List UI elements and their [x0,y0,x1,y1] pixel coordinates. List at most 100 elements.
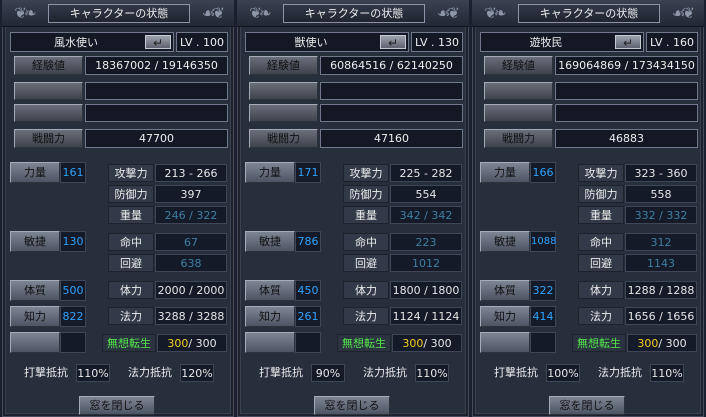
rebirth-label: 無想転生 [102,334,156,352]
level-box: LV . 100 [176,32,228,52]
exp-value: 169064869 / 173434150 [558,59,695,72]
window-title: キャラクターの状態 [283,4,425,23]
phys-res-label: 打撃抵抗 [259,366,303,379]
evasion-label: 回避 [108,254,154,272]
con-label[interactable]: 体質 [480,280,530,301]
scroll-ornament-icon: ❦❧ [484,4,506,22]
power-box: 47160 [320,129,463,148]
rebirth-label: 無想転生 [572,334,626,352]
phys-res-value: 90% [311,364,345,382]
atk-label: 攻撃力 [578,164,624,182]
dex-value: 786 [295,231,321,252]
evasion-label: 回避 [343,254,389,272]
mag-res-label: 法力抵抗 [598,366,642,379]
def-label: 防御力 [343,185,389,203]
hit-label: 命中 [343,233,389,251]
exp-label: 経験値 [484,56,553,75]
power-box: 46883 [555,129,698,148]
rebirth-max: / 300 [658,337,687,350]
level: LV . 130 [415,36,459,49]
str-value: 161 [60,162,86,183]
hp-value: 1288 / 1288 [625,281,697,299]
evasion-value: 638 [155,254,227,272]
dex-label[interactable]: 敏捷 [10,231,60,252]
rebirth-label: 無想転生 [337,334,391,352]
exp-box: 60864516 / 62140250 [320,56,463,75]
def-label: 防御力 [578,185,624,203]
window-titlebar[interactable]: ❦❧ キャラクターの状態 ☙❦ [472,0,704,27]
mp-label: 法力 [343,307,389,325]
empty-value-slot-2 [555,104,698,122]
empty-label-slot-2 [484,104,553,122]
hit-value: 67 [155,233,227,251]
scroll-ornament-icon: ❦❧ [249,4,271,22]
rebirth-box: 300/ 300 [627,334,697,352]
power-label: 戦闘力 [14,129,83,148]
class-name-box: 風水使い ↵ [10,32,174,52]
weight-value: 342 / 342 [390,206,462,224]
mag-res-value: 110% [650,364,684,382]
def-label: 防御力 [108,185,154,203]
close-window-button[interactable]: 窓を閉じる [314,396,390,415]
int-label[interactable]: 知力 [10,306,60,327]
character-status-window-3: ❦❧ キャラクターの状態 ☙❦ 遊牧民 ↵ LV . 160 経験値 16906… [472,0,704,417]
character-status-window-1: ❦❧ キャラクターの状態 ☙❦ 風水使い ↵ LV . 100 経験値 1836… [2,0,234,417]
close-window-button[interactable]: 窓を閉じる [549,396,625,415]
window-titlebar[interactable]: ❦❧ キャラクターの状態 ☙❦ [2,0,234,27]
dex-value: 130 [60,231,86,252]
class-name: 風水使い [54,36,98,49]
atk-value: 213 - 266 [155,164,227,182]
empty-stat-slot [10,332,60,353]
exp-label: 経験値 [249,56,318,75]
empty-stat-slot [245,332,295,353]
character-status-screen: ❦❧ キャラクターの状態 ☙❦ 風水使い ↵ LV . 100 経験値 1836… [0,0,706,417]
con-value: 450 [295,280,321,301]
con-label[interactable]: 体質 [245,280,295,301]
mp-value: 1656 / 1656 [625,307,697,325]
character-status-window-2: ❦❧ キャラクターの状態 ☙❦ 獣使い ↵ LV . 130 経験値 60864… [237,0,469,417]
phys-res-label: 打撃抵抗 [24,366,68,379]
int-value: 822 [60,306,86,327]
atk-value: 225 - 282 [390,164,462,182]
power-value: 47160 [374,132,409,145]
hp-value: 2000 / 2000 [155,281,227,299]
empty-stat-value [60,332,86,353]
enter-icon[interactable]: ↵ [380,35,406,50]
enter-icon[interactable]: ↵ [615,35,641,50]
atk-label: 攻撃力 [108,164,154,182]
dex-label[interactable]: 敏捷 [245,231,295,252]
empty-label-slot-2 [249,104,318,122]
enter-icon[interactable]: ↵ [145,35,171,50]
phys-res-value: 100% [546,364,580,382]
rebirth-box: 300/ 300 [392,334,462,352]
str-label[interactable]: 力量 [245,162,295,183]
rebirth-max: / 300 [423,337,452,350]
dex-label[interactable]: 敏捷 [480,231,530,252]
con-value: 322 [530,280,556,301]
scroll-ornament-icon: ☙❦ [671,4,695,22]
weight-label: 重量 [343,206,389,224]
hit-label: 命中 [578,233,624,251]
def-value: 397 [155,185,227,203]
window-titlebar[interactable]: ❦❧ キャラクターの状態 ☙❦ [237,0,469,27]
str-label[interactable]: 力量 [10,162,60,183]
rebirth-max: / 300 [188,337,217,350]
phys-res-value: 110% [76,364,110,382]
str-value: 166 [530,162,556,183]
int-label[interactable]: 知力 [245,306,295,327]
class-name: 遊牧民 [529,36,563,49]
str-label[interactable]: 力量 [480,162,530,183]
close-window-button[interactable]: 窓を閉じる [79,396,155,415]
empty-stat-value [530,332,556,353]
class-name-box: 獣使い ↵ [245,32,409,52]
hit-label: 命中 [108,233,154,251]
int-label[interactable]: 知力 [480,306,530,327]
def-value: 558 [625,185,697,203]
rebirth-current: 300 [637,337,659,350]
con-label[interactable]: 体質 [10,280,60,301]
hit-value: 223 [390,233,462,251]
exp-box: 169064869 / 173434150 [555,56,698,75]
exp-value: 60864516 / 62140250 [330,59,453,72]
int-value: 414 [530,306,556,327]
exp-box: 18367002 / 19146350 [85,56,228,75]
